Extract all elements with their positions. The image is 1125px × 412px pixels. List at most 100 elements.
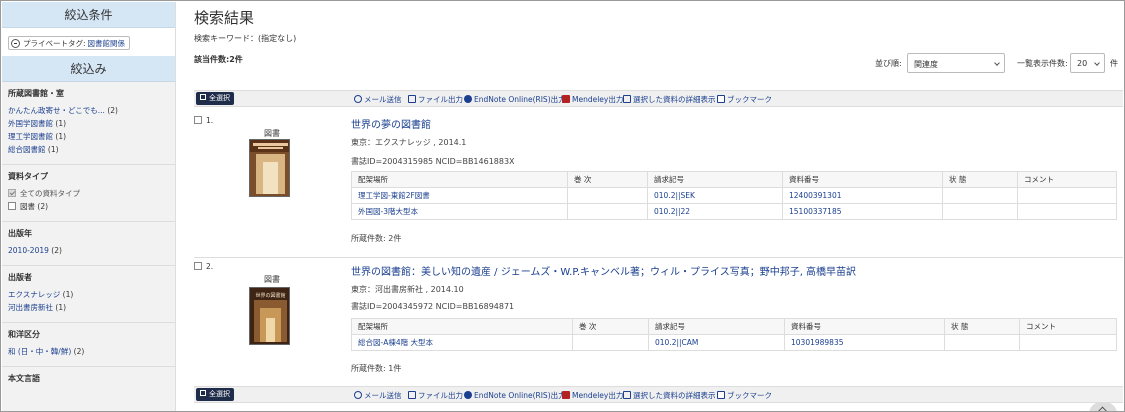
result-count: 該当件数:2件 [194,55,243,64]
facet-material-type: 資料タイプ 全ての資料タイプ 図書 (2) [2,165,175,222]
location-link[interactable]: 理工学図-東館2F図書 [351,187,568,204]
mail-button[interactable]: メール送信 [354,94,402,105]
mendeley-icon [562,391,570,399]
action-toolbar: 全選択 メール送信 ファイル出力 EndNote Online(RIS)出力 M… [194,90,1123,107]
record-ids: 書誌ID=2004315985 NCID=BB1461883X [351,157,515,166]
facet-text-language: 本文言語 [2,367,175,397]
endnote-icon [464,95,472,103]
checkbox-icon [200,94,206,100]
select-all-button[interactable]: 全選択 [196,388,234,401]
sort-select[interactable]: 関連度 [907,53,1005,73]
col-comment: コメント [1017,171,1117,188]
sort-label: 並び順: [875,59,902,68]
record-ids: 書誌ID=2004345972 NCID=BB16894871 [351,302,515,311]
narrow-header: 絞込み [2,56,175,82]
book-cover-image[interactable] [249,139,290,197]
facet-title: 資料タイプ [8,172,48,181]
chevron-down-icon [1094,60,1100,66]
facet-item[interactable]: 理工学図書館 (1) [8,130,169,143]
col-location: 配架場所 [351,318,573,335]
endnote-export-button[interactable]: EndNote Online(RIS)出力 [464,390,566,401]
page-frame: 絞込条件 プライベートタグ: 図書館関係 絞込み 所蔵図書館・室 かんたん政寄せ… [0,0,1125,412]
record-title-link[interactable]: 世界の図書館：美しい知の遺産 / ジェームズ・W.P.キャンベル著；ウィル・プラ… [351,263,856,278]
record-select[interactable]: 2. [194,262,213,271]
material-type: 図書 [264,129,280,138]
col-volume: 巻 次 [572,318,649,335]
endnote-export-button[interactable]: EndNote Online(RIS)出力 [464,94,566,105]
mail-button[interactable]: メール送信 [354,390,402,401]
private-tag-value: 図書館関係 [87,38,126,48]
bookmark-button[interactable]: ブックマーク [717,94,772,105]
file-icon [408,95,416,103]
table-row: 外国図-3階大型本 010.2||22 15100337185 [351,203,1117,220]
location-link[interactable]: 総合図-A棟4階 大型本 [351,334,573,351]
page-title: 検索結果 [194,9,255,27]
checkbox[interactable] [194,116,202,124]
facet-item[interactable]: 2010-2019 (2) [8,244,169,257]
bookmark-button[interactable]: ブックマーク [717,390,772,401]
mendeley-export-button[interactable]: Mendeley出力 [562,390,623,401]
col-call-number: 請求記号 [648,318,785,335]
material-type: 図書 [264,275,280,284]
record-select[interactable]: 1. [194,116,213,125]
cover-art: 世界の図書館 [250,288,289,344]
facet-item[interactable]: エクスナレッジ (1) [8,288,169,301]
private-tag-label: プライベートタグ: [23,38,86,48]
location-link[interactable]: 外国図-3階大型本 [351,203,568,220]
perpage-unit: 件 [1110,59,1118,68]
facet-item[interactable]: かんたん政寄せ・どこでも... (2) [8,104,169,117]
bookmark-icon [717,95,725,103]
facet-checkbox-item[interactable]: 全ての資料タイプ [8,187,169,200]
holdings-table: 配架場所 巻 次 請求記号 資料番号 状 態 コメント 総合図-A棟4階 大型本… [351,318,1117,351]
col-status: 状 態 [944,318,1020,335]
col-volume: 巻 次 [567,171,648,188]
col-comment: コメント [1019,318,1117,335]
remove-icon[interactable] [11,38,20,48]
checkbox[interactable] [194,262,202,270]
record-publication: 東京：河出書房新社 , 2014.10 [351,285,464,294]
scroll-to-top-button[interactable] [1089,402,1117,411]
record-publication: 東京：エクスナレッジ , 2014.1 [351,138,467,147]
facet-item[interactable]: 河出書房新社 (1) [8,301,169,314]
show-details-button[interactable]: 選択した資料の詳細表示 [623,390,716,401]
sidebar: 絞込条件 プライベートタグ: 図書館関係 絞込み 所蔵図書館・室 かんたん政寄せ… [2,2,176,411]
perpage-label: 一覧表示件数: [1017,59,1068,68]
mendeley-export-button[interactable]: Mendeley出力 [562,94,623,105]
facet-item[interactable]: 和 (日・中・韓/鮮) (2) [8,345,169,358]
facet-year: 出版年 2010-2019 (2) [2,222,175,266]
table-header-row: 配架場所 巻 次 請求記号 資料番号 状 態 コメント [351,171,1117,188]
action-toolbar-bottom: 全選択 メール送信 ファイル出力 EndNote Online(RIS)出力 M… [194,386,1123,403]
private-tag-chip[interactable]: プライベートタグ: 図書館関係 [8,36,131,50]
facet-publisher: 出版者 エクスナレッジ (1) 河出書房新社 (1) [2,266,175,323]
table-header-row: 配架場所 巻 次 請求記号 資料番号 状 態 コメント [351,318,1117,335]
show-details-button[interactable]: 選択した資料の詳細表示 [623,94,716,105]
book-cover-image[interactable]: 世界の図書館 [249,287,290,345]
chevron-down-icon [994,60,1000,66]
holdings-table: 配架場所 巻 次 請求記号 資料番号 状 態 コメント 理工学図-東館2F図書 … [351,171,1117,220]
col-call-number: 請求記号 [647,171,783,188]
svg-text:世界の図書館: 世界の図書館 [255,292,285,299]
holding-count: 所蔵件数: 1件 [351,364,402,373]
facet-library: 所蔵図書館・室 かんたん政寄せ・どこでも... (2) 外国学図書館 (1) 理… [2,82,175,165]
facet-language-class: 和洋区分 和 (日・中・韓/鮮) (2) [2,323,175,367]
facet-title: 出版年 [8,229,32,238]
mail-icon [354,391,362,399]
col-material-number: 資料番号 [782,171,943,188]
facet-item[interactable]: 総合図書館 (1) [8,143,169,156]
file-export-button[interactable]: ファイル出力 [408,94,463,105]
col-material-number: 資料番号 [784,318,945,335]
facet-item[interactable]: 外国学図書館 (1) [8,117,169,130]
select-all-button[interactable]: 全選択 [196,92,234,105]
facet-title: 所蔵図書館・室 [8,89,64,98]
mendeley-icon [562,95,570,103]
table-row: 理工学図-東館2F図書 010.2||SEK 12400391301 [351,187,1117,204]
perpage-select[interactable]: 20 [1070,53,1105,73]
record-title-link[interactable]: 世界の夢の図書館 [351,116,431,131]
facet-title: 出版者 [8,273,32,282]
checkbox[interactable] [8,202,16,210]
checkbox[interactable] [8,189,16,197]
divider [194,257,1123,258]
col-status: 状 態 [942,171,1018,188]
file-export-button[interactable]: ファイル出力 [408,390,463,401]
facet-checkbox-item[interactable]: 図書 (2) [8,200,169,213]
